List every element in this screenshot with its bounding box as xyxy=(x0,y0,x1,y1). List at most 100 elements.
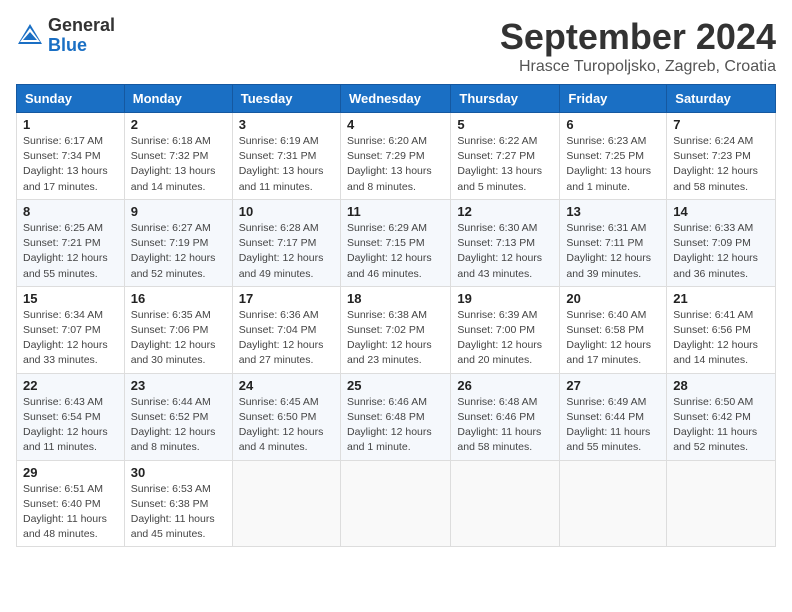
day-number: 5 xyxy=(457,117,553,132)
day-info: Sunrise: 6:48 AM Sunset: 6:46 PM Dayligh… xyxy=(457,395,553,456)
calendar-cell xyxy=(667,460,776,547)
title-section: September 2024 Hrasce Turopoljsko, Zagre… xyxy=(500,16,776,76)
day-number: 18 xyxy=(347,291,444,306)
calendar-header: SundayMondayTuesdayWednesdayThursdayFrid… xyxy=(17,85,776,113)
calendar-week-2: 8Sunrise: 6:25 AM Sunset: 7:21 PM Daylig… xyxy=(17,199,776,286)
day-info: Sunrise: 6:28 AM Sunset: 7:17 PM Dayligh… xyxy=(239,221,334,282)
calendar-table: SundayMondayTuesdayWednesdayThursdayFrid… xyxy=(16,84,776,547)
day-number: 1 xyxy=(23,117,118,132)
day-number: 22 xyxy=(23,378,118,393)
calendar-cell: 22 Sunrise: 6:43 AM Sunset: 6:54 PM Dayli… xyxy=(17,373,125,460)
calendar-cell: 19 Sunrise: 6:39 AM Sunset: 7:00 PM Dayli… xyxy=(451,286,560,373)
month-title: September 2024 xyxy=(500,16,776,58)
calendar-cell xyxy=(560,460,667,547)
day-info: Sunrise: 6:39 AM Sunset: 7:00 PM Dayligh… xyxy=(457,308,553,369)
calendar-cell: 15 Sunrise: 6:34 AM Sunset: 7:07 PM Dayli… xyxy=(17,286,125,373)
day-info: Sunrise: 6:24 AM Sunset: 7:23 PM Dayligh… xyxy=(673,134,769,195)
day-number: 20 xyxy=(566,291,660,306)
day-number: 19 xyxy=(457,291,553,306)
page-header: General Blue September 2024 Hrasce Turop… xyxy=(16,16,776,76)
day-info: Sunrise: 6:18 AM Sunset: 7:32 PM Dayligh… xyxy=(131,134,226,195)
day-number: 30 xyxy=(131,465,226,480)
day-info: Sunrise: 6:27 AM Sunset: 7:19 PM Dayligh… xyxy=(131,221,226,282)
calendar-cell: 14 Sunrise: 6:33 AM Sunset: 7:09 PM Dayli… xyxy=(667,199,776,286)
calendar-cell: 23 Sunrise: 6:44 AM Sunset: 6:52 PM Dayli… xyxy=(124,373,232,460)
calendar-cell: 11 Sunrise: 6:29 AM Sunset: 7:15 PM Dayli… xyxy=(340,199,450,286)
day-number: 24 xyxy=(239,378,334,393)
day-number: 26 xyxy=(457,378,553,393)
day-info: Sunrise: 6:43 AM Sunset: 6:54 PM Dayligh… xyxy=(23,395,118,456)
day-number: 7 xyxy=(673,117,769,132)
day-number: 14 xyxy=(673,204,769,219)
calendar-cell: 18 Sunrise: 6:38 AM Sunset: 7:02 PM Dayli… xyxy=(340,286,450,373)
calendar-cell: 9Sunrise: 6:27 AM Sunset: 7:19 PM Daylig… xyxy=(124,199,232,286)
calendar-cell: 29 Sunrise: 6:51 AM Sunset: 6:40 PM Dayli… xyxy=(17,460,125,547)
day-info: Sunrise: 6:35 AM Sunset: 7:06 PM Dayligh… xyxy=(131,308,226,369)
calendar-cell: 16 Sunrise: 6:35 AM Sunset: 7:06 PM Dayli… xyxy=(124,286,232,373)
day-number: 15 xyxy=(23,291,118,306)
day-info: Sunrise: 6:51 AM Sunset: 6:40 PM Dayligh… xyxy=(23,482,118,543)
day-info: Sunrise: 6:33 AM Sunset: 7:09 PM Dayligh… xyxy=(673,221,769,282)
day-header-saturday: Saturday xyxy=(667,85,776,113)
day-number: 28 xyxy=(673,378,769,393)
day-number: 6 xyxy=(566,117,660,132)
day-number: 23 xyxy=(131,378,226,393)
logo-icon xyxy=(16,22,44,50)
day-info: Sunrise: 6:50 AM Sunset: 6:42 PM Dayligh… xyxy=(673,395,769,456)
calendar-cell: 1Sunrise: 6:17 AM Sunset: 7:34 PM Daylig… xyxy=(17,113,125,200)
day-info: Sunrise: 6:45 AM Sunset: 6:50 PM Dayligh… xyxy=(239,395,334,456)
day-number: 21 xyxy=(673,291,769,306)
day-number: 29 xyxy=(23,465,118,480)
day-number: 27 xyxy=(566,378,660,393)
calendar-cell: 17 Sunrise: 6:36 AM Sunset: 7:04 PM Dayli… xyxy=(232,286,340,373)
calendar-cell: 21 Sunrise: 6:41 AM Sunset: 6:56 PM Dayli… xyxy=(667,286,776,373)
day-info: Sunrise: 6:53 AM Sunset: 6:38 PM Dayligh… xyxy=(131,482,226,543)
calendar-cell: 26 Sunrise: 6:48 AM Sunset: 6:46 PM Dayli… xyxy=(451,373,560,460)
day-header-monday: Monday xyxy=(124,85,232,113)
calendar-cell: 2 Sunrise: 6:18 AM Sunset: 7:32 PM Daylig… xyxy=(124,113,232,200)
logo-text: General Blue xyxy=(48,16,115,56)
day-info: Sunrise: 6:34 AM Sunset: 7:07 PM Dayligh… xyxy=(23,308,118,369)
calendar-week-3: 15 Sunrise: 6:34 AM Sunset: 7:07 PM Dayli… xyxy=(17,286,776,373)
day-number: 13 xyxy=(566,204,660,219)
logo-blue: Blue xyxy=(48,36,115,56)
day-header-tuesday: Tuesday xyxy=(232,85,340,113)
day-info: Sunrise: 6:41 AM Sunset: 6:56 PM Dayligh… xyxy=(673,308,769,369)
calendar-cell: 13 Sunrise: 6:31 AM Sunset: 7:11 PM Dayli… xyxy=(560,199,667,286)
day-info: Sunrise: 6:25 AM Sunset: 7:21 PM Dayligh… xyxy=(23,221,118,282)
day-info: Sunrise: 6:49 AM Sunset: 6:44 PM Dayligh… xyxy=(566,395,660,456)
calendar-body: 1Sunrise: 6:17 AM Sunset: 7:34 PM Daylig… xyxy=(17,113,776,547)
day-info: Sunrise: 6:30 AM Sunset: 7:13 PM Dayligh… xyxy=(457,221,553,282)
calendar-cell: 7 Sunrise: 6:24 AM Sunset: 7:23 PM Daylig… xyxy=(667,113,776,200)
day-info: Sunrise: 6:23 AM Sunset: 7:25 PM Dayligh… xyxy=(566,134,660,195)
day-info: Sunrise: 6:36 AM Sunset: 7:04 PM Dayligh… xyxy=(239,308,334,369)
day-number: 4 xyxy=(347,117,444,132)
day-info: Sunrise: 6:29 AM Sunset: 7:15 PM Dayligh… xyxy=(347,221,444,282)
day-info: Sunrise: 6:38 AM Sunset: 7:02 PM Dayligh… xyxy=(347,308,444,369)
calendar-cell: 20 Sunrise: 6:40 AM Sunset: 6:58 PM Dayli… xyxy=(560,286,667,373)
calendar-week-1: 1Sunrise: 6:17 AM Sunset: 7:34 PM Daylig… xyxy=(17,113,776,200)
calendar-cell: 8Sunrise: 6:25 AM Sunset: 7:21 PM Daylig… xyxy=(17,199,125,286)
calendar-cell xyxy=(340,460,450,547)
day-header-wednesday: Wednesday xyxy=(340,85,450,113)
calendar-cell: 10 Sunrise: 6:28 AM Sunset: 7:17 PM Dayli… xyxy=(232,199,340,286)
calendar-cell xyxy=(232,460,340,547)
calendar-cell: 24 Sunrise: 6:45 AM Sunset: 6:50 PM Dayli… xyxy=(232,373,340,460)
day-info: Sunrise: 6:40 AM Sunset: 6:58 PM Dayligh… xyxy=(566,308,660,369)
calendar-cell: 5 Sunrise: 6:22 AM Sunset: 7:27 PM Daylig… xyxy=(451,113,560,200)
calendar-week-5: 29 Sunrise: 6:51 AM Sunset: 6:40 PM Dayli… xyxy=(17,460,776,547)
day-number: 11 xyxy=(347,204,444,219)
location-title: Hrasce Turopoljsko, Zagreb, Croatia xyxy=(500,58,776,76)
calendar-cell: 12Sunrise: 6:30 AM Sunset: 7:13 PM Dayli… xyxy=(451,199,560,286)
day-info: Sunrise: 6:46 AM Sunset: 6:48 PM Dayligh… xyxy=(347,395,444,456)
day-info: Sunrise: 6:31 AM Sunset: 7:11 PM Dayligh… xyxy=(566,221,660,282)
day-info: Sunrise: 6:44 AM Sunset: 6:52 PM Dayligh… xyxy=(131,395,226,456)
logo-general: General xyxy=(48,16,115,36)
day-number: 16 xyxy=(131,291,226,306)
day-header-friday: Friday xyxy=(560,85,667,113)
day-header-sunday: Sunday xyxy=(17,85,125,113)
day-number: 2 xyxy=(131,117,226,132)
day-number: 10 xyxy=(239,204,334,219)
day-info: Sunrise: 6:22 AM Sunset: 7:27 PM Dayligh… xyxy=(457,134,553,195)
day-number: 17 xyxy=(239,291,334,306)
